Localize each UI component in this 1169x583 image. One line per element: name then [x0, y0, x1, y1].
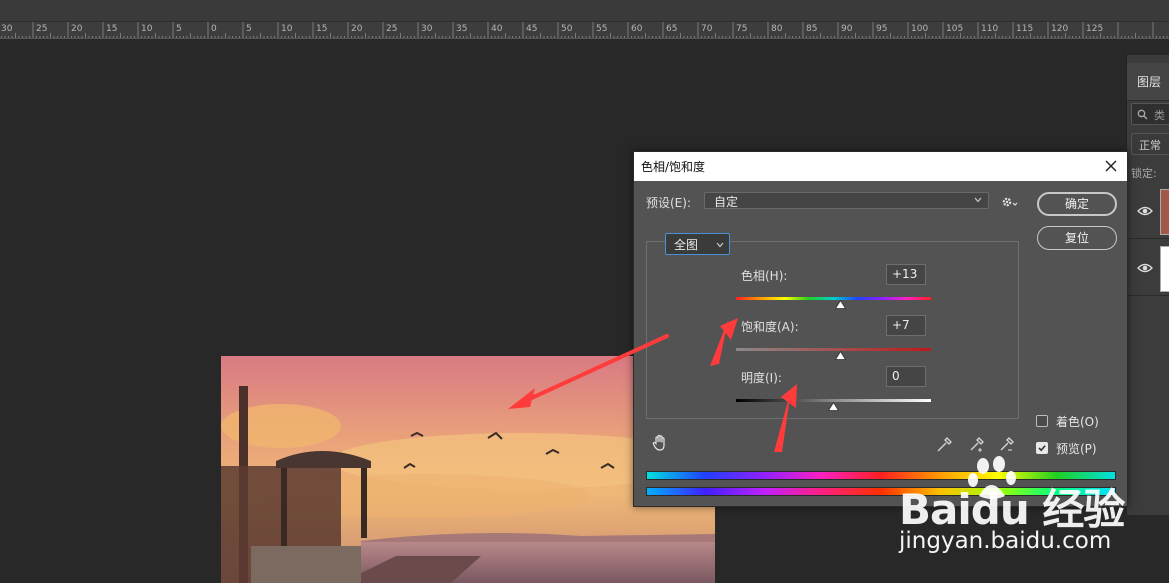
ruler-label: 0	[211, 24, 217, 34]
channel-value: 全图	[674, 238, 699, 252]
eyedropper-icon[interactable]	[936, 436, 953, 453]
preview-label: 预览(P)	[1056, 442, 1097, 456]
options-bar	[0, 0, 1169, 22]
ruler-label: 120	[1051, 24, 1069, 34]
lightness-label: 明度(I):	[741, 371, 782, 385]
layer-thumbnail	[1160, 246, 1169, 292]
chevron-down-icon	[716, 242, 724, 248]
reset-button[interactable]: 复位	[1037, 226, 1117, 250]
tab-layers[interactable]: 图层	[1127, 63, 1169, 101]
blend-mode-select[interactable]: 正常	[1131, 133, 1169, 155]
ruler-label: 25	[386, 24, 398, 34]
hue-value-input[interactable]: +13	[886, 264, 926, 285]
ruler-label: 65	[666, 24, 678, 34]
ruler-label: 90	[841, 24, 853, 34]
layer-filter-placeholder: 类	[1154, 109, 1165, 122]
ruler-label: 100	[911, 24, 929, 34]
saturation-value-input[interactable]: +7	[886, 315, 926, 336]
preset-select[interactable]: 自定	[704, 192, 989, 209]
ruler-label: 85	[806, 24, 818, 34]
preview-checkbox[interactable]	[1036, 442, 1048, 454]
search-icon	[1137, 109, 1148, 120]
ok-button[interactable]: 确定	[1037, 192, 1117, 216]
ruler-label: 95	[876, 24, 888, 34]
ruler-label: 110	[981, 24, 999, 34]
preset-label: 预设(E):	[646, 196, 691, 210]
layer-filter-input[interactable]: 类	[1131, 103, 1169, 125]
close-icon[interactable]	[1101, 156, 1121, 176]
ruler-label: 20	[71, 24, 83, 34]
hue-saturation-dialog: 色相/饱和度 预设(E): 自定 确定 复位 全图 色相(H): +13 饱和度…	[633, 151, 1128, 507]
saturation-value: +7	[892, 318, 910, 332]
eyedropper-plus-icon[interactable]	[968, 436, 985, 453]
hue-label: 色相(H):	[741, 269, 788, 283]
layers-panel: 图层 类 正常 锁定:	[1126, 55, 1169, 515]
ruler-label: 5	[246, 24, 252, 34]
ruler-label: 15	[316, 24, 328, 34]
ruler-label: 10	[141, 24, 153, 34]
channel-select[interactable]: 全图	[665, 233, 730, 255]
hue-slider-track[interactable]	[736, 297, 931, 300]
eye-icon[interactable]	[1137, 203, 1153, 219]
ruler-label: 50	[561, 24, 573, 34]
saturation-slider-track[interactable]	[736, 348, 931, 351]
colorize-checkbox[interactable]	[1036, 415, 1048, 427]
ruler-label: 70	[701, 24, 713, 34]
ruler-label: 60	[631, 24, 643, 34]
ruler-label: 25	[36, 24, 48, 34]
lock-label: 锁定:	[1131, 167, 1157, 180]
dialog-title: 色相/饱和度	[641, 160, 706, 174]
hue-value: +13	[892, 267, 918, 281]
layer-thumbnail	[1160, 189, 1169, 235]
ruler-label: 55	[596, 24, 608, 34]
eyedropper-minus-icon[interactable]	[998, 436, 1015, 453]
chevron-down-icon	[974, 197, 982, 203]
ruler-label: 20	[351, 24, 363, 34]
ruler-label: 75	[736, 24, 748, 34]
ruler-label: 125	[1086, 24, 1104, 34]
lightness-slider-thumb[interactable]	[828, 402, 839, 411]
ruler-label: 5	[176, 24, 182, 34]
checkmark-icon	[1038, 445, 1046, 452]
hand-adjust-icon[interactable]	[651, 434, 669, 452]
colorize-label: 着色(O)	[1056, 415, 1099, 429]
tab-layers-label: 图层	[1137, 75, 1162, 89]
gear-icon[interactable]	[1000, 194, 1020, 210]
ruler-label: 10	[281, 24, 293, 34]
ruler-label: 35	[456, 24, 468, 34]
layer-row-background[interactable]	[1127, 242, 1169, 296]
ruler-label: 30	[421, 24, 433, 34]
watermark-url: jingyan.baidu.com	[899, 528, 1112, 554]
preset-value: 自定	[714, 195, 739, 209]
ruler-label: 30	[1, 24, 13, 34]
horizontal-ruler: 30 25 20 15 10 5 0 5 10 15 20 25 30 35 40 45 50 55 60 65 70 7…	[0, 22, 1169, 39]
ruler-label: 45	[526, 24, 538, 34]
ruler-label: 115	[1016, 24, 1034, 34]
channel-adjust-group	[646, 241, 1019, 419]
saturation-label: 饱和度(A):	[741, 320, 799, 334]
source-color-spectrum	[646, 471, 1116, 480]
ruler-label: 80	[771, 24, 783, 34]
hue-slider-thumb[interactable]	[835, 300, 847, 309]
dialog-titlebar[interactable]: 色相/饱和度	[634, 152, 1127, 181]
blend-mode-value: 正常	[1139, 139, 1161, 152]
saturation-slider-thumb[interactable]	[834, 351, 846, 360]
ruler-label: 105	[946, 24, 964, 34]
lightness-value-input[interactable]: 0	[886, 366, 926, 387]
ruler-label: 40	[491, 24, 503, 34]
eye-icon[interactable]	[1137, 260, 1153, 276]
result-color-spectrum	[646, 487, 1116, 496]
lightness-value: 0	[892, 369, 900, 383]
layer-row-photo[interactable]	[1127, 185, 1169, 239]
ruler-label: 15	[106, 24, 118, 34]
